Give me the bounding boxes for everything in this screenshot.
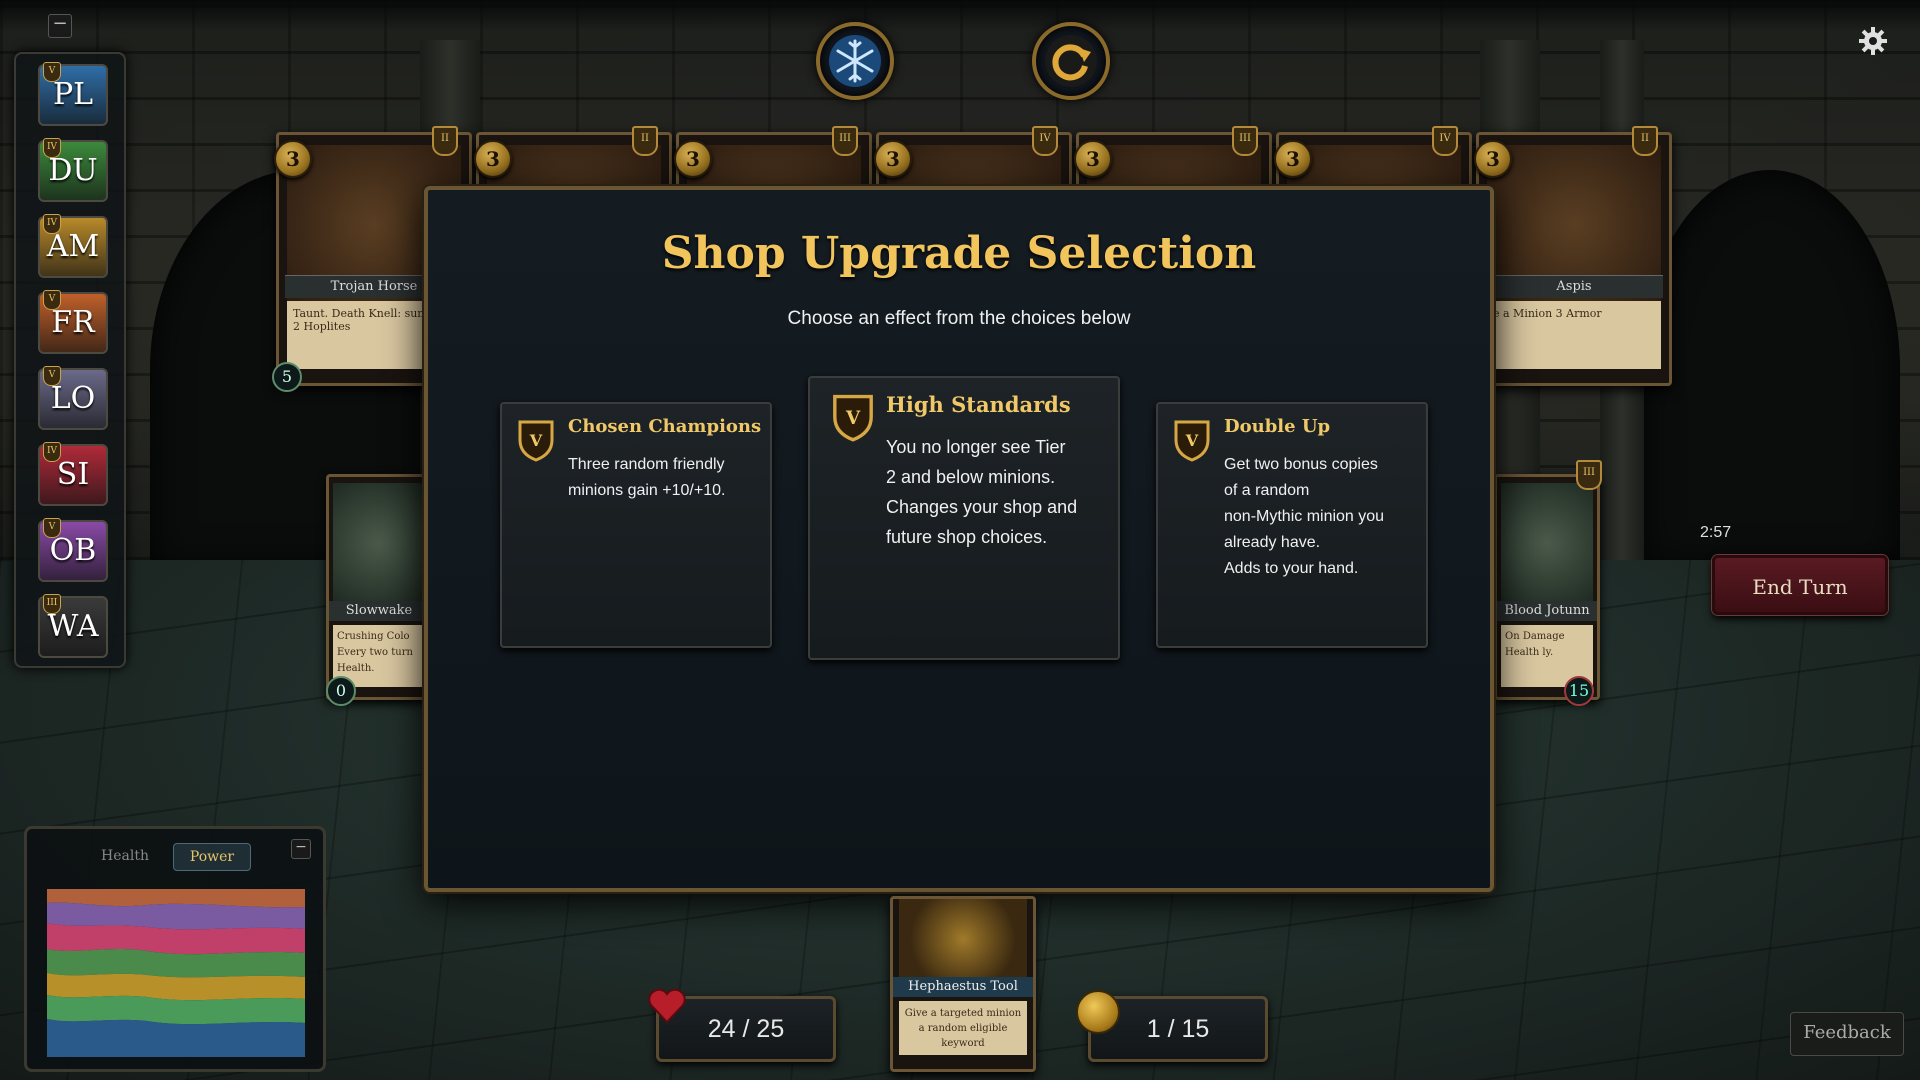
gold-coin-icon	[1076, 990, 1120, 1034]
stats-graph-panel: Health Power −	[24, 826, 326, 1072]
tier-badge: IV	[1432, 126, 1458, 156]
tribe-si[interactable]: IV SI	[38, 442, 108, 506]
gear-icon[interactable]	[1858, 26, 1888, 56]
cost-coin: 3	[1274, 140, 1312, 178]
tribe-du[interactable]: IV DU	[38, 138, 108, 202]
refresh-button[interactable]	[1032, 22, 1110, 100]
minion-stat: 0	[326, 676, 356, 706]
tier-badge: III	[832, 126, 858, 156]
board-minion-right[interactable]: Blood Jotunn On Damage Health ly.	[1494, 474, 1600, 700]
tier-badge: II	[632, 126, 658, 156]
tribe-label: SI	[56, 457, 90, 492]
tribe-tier-badge: V	[43, 62, 61, 82]
choice-description: Get two bonus copies of a random non-Myt…	[1224, 456, 1385, 577]
tier-shield-icon: V	[518, 420, 554, 462]
choice-high-standards[interactable]: V High Standards You no longer see Tier …	[808, 376, 1120, 660]
power-graph	[47, 889, 305, 1057]
tier-shield-icon: V	[1174, 420, 1210, 462]
tribe-pl[interactable]: V PL	[38, 62, 108, 126]
tribe-tier-badge: III	[43, 594, 61, 614]
tribe-tier-badge: V	[43, 290, 61, 310]
card-name: Hephaestus Tool	[893, 977, 1033, 997]
modal-subtitle: Choose an effect from the choices below	[787, 308, 1131, 329]
choice-double-up[interactable]: V Double Up Get two bonus copies of a ra…	[1156, 402, 1428, 648]
tribe-tier-badge: IV	[43, 138, 61, 158]
cost-coin: 3	[474, 140, 512, 178]
card-description: e a Minion 3 Armor	[1487, 301, 1661, 369]
choice-title: Chosen Champions	[568, 416, 762, 437]
tribe-label: AM	[46, 229, 100, 264]
tribe-wa[interactable]: III WA	[38, 594, 108, 658]
freeze-button[interactable]	[816, 22, 894, 100]
hand-card[interactable]: Hephaestus Tool Give a targeted minion a…	[890, 896, 1036, 1072]
turn-timer: 2:57	[1700, 524, 1732, 541]
minion-art	[1501, 483, 1593, 603]
tab-health[interactable]: Health	[87, 843, 163, 869]
minion-art	[333, 483, 425, 603]
card-name: Aspis	[1485, 275, 1663, 298]
tier-label: V	[529, 431, 543, 450]
tribe-ob[interactable]: V OB	[38, 518, 108, 582]
shop-upgrade-modal: Shop Upgrade Selection Choose an effect …	[424, 186, 1494, 892]
minion-name: Slowwake	[329, 601, 429, 621]
background-arch	[1640, 170, 1900, 570]
tier-badge: IV	[1032, 126, 1058, 156]
tribe-fr[interactable]: V FR	[38, 290, 108, 354]
choice-chosen-champions[interactable]: V Chosen Champions Three random friendly…	[500, 402, 772, 648]
collapse-tribes-button[interactable]: −	[48, 14, 72, 38]
tribe-label: LO	[50, 381, 96, 416]
choice-description: Three random friendly minions gain +10/+…	[568, 456, 726, 499]
top-shadow	[0, 0, 1920, 30]
card-description: Give a targeted minion a random eligible…	[899, 1001, 1027, 1055]
cost-coin: 3	[874, 140, 912, 178]
cost-coin: 3	[274, 140, 312, 178]
tribe-label: FR	[51, 305, 95, 340]
tribe-tier-badge: IV	[43, 214, 61, 234]
tribe-am[interactable]: IV AM	[38, 214, 108, 278]
tribe-tier-badge: V	[43, 366, 61, 386]
choice-title: Double Up	[1224, 416, 1331, 437]
tier-label: V	[1185, 431, 1199, 450]
card-art	[899, 899, 1027, 979]
board-minion-left[interactable]: Slowwake Crushing Colo Every two turn He…	[326, 474, 432, 700]
tier-badge: II	[432, 126, 458, 156]
heart-icon	[648, 988, 686, 1024]
health-value: 24 / 25	[707, 1015, 785, 1043]
tribe-tier-badge: V	[43, 518, 61, 538]
minion-stat: 15	[1564, 676, 1594, 706]
tier-shield-icon: V	[833, 394, 873, 442]
collapse-graph-button[interactable]: −	[291, 839, 311, 859]
tribe-label: PL	[52, 77, 94, 112]
cost-coin: 3	[1474, 140, 1512, 178]
snowflake-icon	[829, 35, 881, 87]
tribe-label: WA	[47, 609, 99, 644]
tier-label: V	[845, 408, 861, 429]
tier-badge: III	[1232, 126, 1258, 156]
gold-value: 1 / 15	[1146, 1015, 1210, 1043]
cost-coin: 3	[674, 140, 712, 178]
tribe-sidebar: V PL IV DU IV AM V FR V LO IV SI V OB III WA	[14, 52, 126, 668]
feedback-button[interactable]: Feedback	[1790, 1012, 1904, 1056]
refresh-icon	[1045, 35, 1097, 87]
tribe-lo[interactable]: V LO	[38, 366, 108, 430]
tier-badge: II	[1632, 126, 1658, 156]
choice-title: High Standards	[886, 392, 1071, 417]
tab-power[interactable]: Power	[173, 843, 251, 871]
minion-stat: 5	[272, 362, 302, 392]
tribe-label: OB	[49, 533, 97, 568]
tier-badge: III	[1576, 460, 1602, 490]
choice-description: You no longer see Tier 2 and below minio…	[886, 437, 1078, 547]
end-turn-button[interactable]: End Turn	[1712, 555, 1888, 615]
tribe-label: DU	[48, 153, 98, 188]
tribe-tier-badge: IV	[43, 442, 61, 462]
modal-title: Shop Upgrade Selection	[661, 228, 1257, 279]
cost-coin: 3	[1074, 140, 1112, 178]
minion-name: Blood Jotunn	[1497, 601, 1597, 621]
